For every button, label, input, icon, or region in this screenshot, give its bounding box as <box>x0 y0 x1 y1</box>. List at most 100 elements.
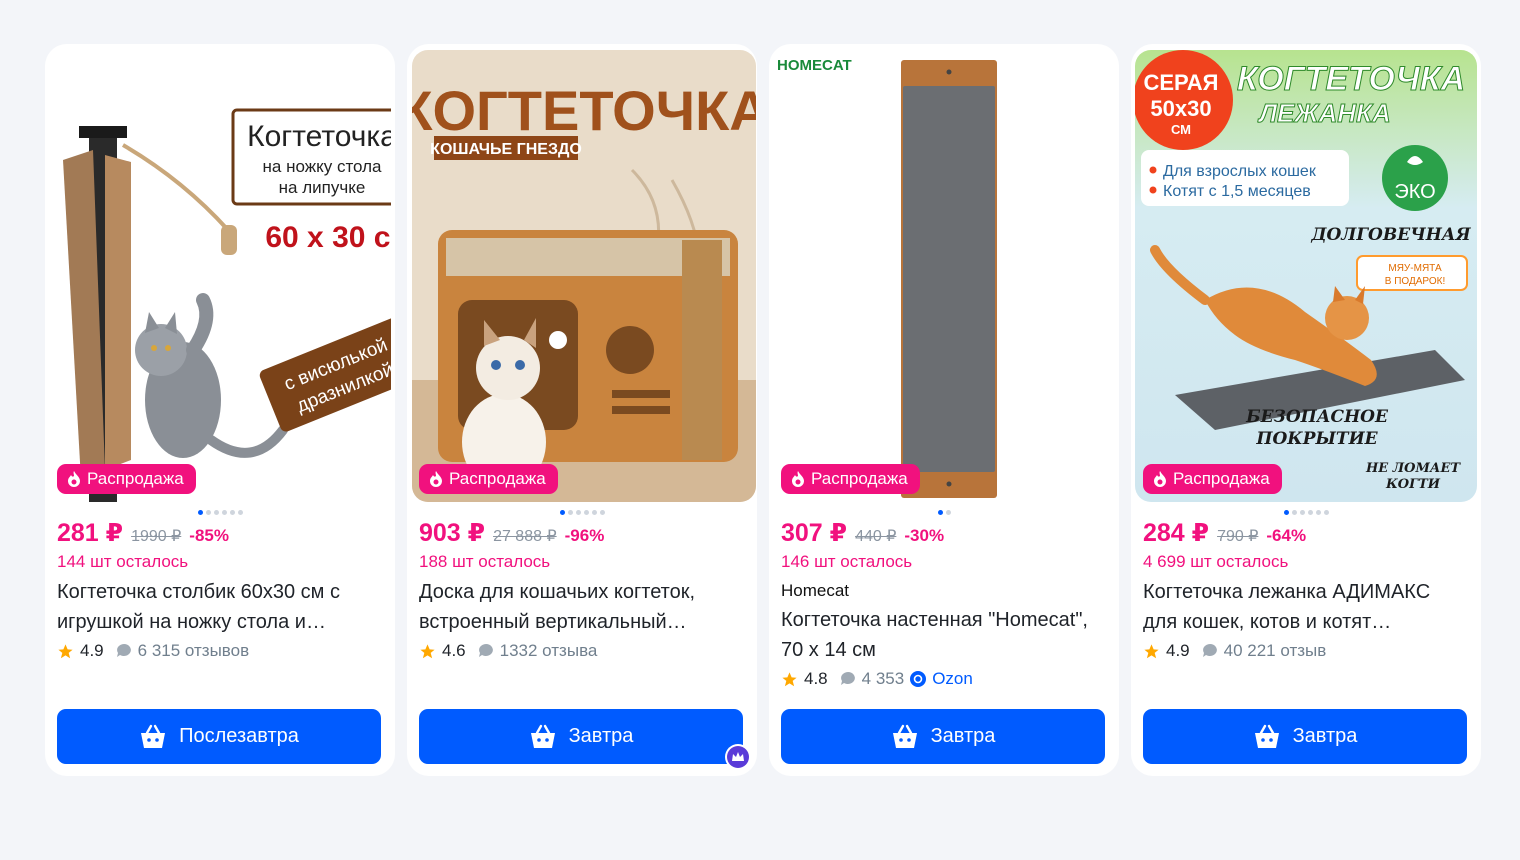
price: 307 ₽ <box>781 519 848 547</box>
product-title[interactable]: Доска для кошачьих когтеток, встроенный … <box>419 577 745 637</box>
product-title-line[interactable]: Когтеточка столбик 60х30 см с <box>57 577 383 607</box>
pager-dot[interactable] <box>937 510 943 515</box>
stock-left: 4 699 шт осталось <box>1143 552 1289 571</box>
pager-dot[interactable] <box>1307 510 1313 515</box>
add-to-cart-button[interactable]: Послезавтра <box>57 709 381 764</box>
image-pager[interactable] <box>407 510 757 515</box>
image-text-line: на липучке <box>279 178 366 197</box>
old-price: 440 ₽ <box>855 528 897 545</box>
basket-icon <box>141 724 166 748</box>
sale-badge: Распродажа <box>1143 464 1282 494</box>
product-image[interactable]: HOMECAT <box>777 50 1115 502</box>
reviews-count: 40 221 отзыв <box>1223 641 1327 660</box>
image-text-bullet: Котят с 1,5 месяцев <box>1163 183 1311 200</box>
pager-dot[interactable] <box>1283 510 1289 515</box>
pager-dot[interactable] <box>1291 510 1297 515</box>
image-text-safe: ПОКРЫТИЕ <box>1255 429 1378 449</box>
product-title-line[interactable]: Когтеточка лежанка АДИМАКС <box>1143 577 1469 607</box>
image-text-eco: ЭКО <box>1394 181 1435 203</box>
price-row: 284 ₽ 790 ₽ -64% <box>1143 518 1306 548</box>
brand-name[interactable]: Homecat <box>781 581 849 601</box>
pager-dot[interactable] <box>221 510 227 515</box>
product-title[interactable]: Когтеточка лежанка АДИМАКС для кошек, ко… <box>1143 577 1469 637</box>
discount: -30% <box>904 526 945 545</box>
image-text-safe: БЕЗОПАСНОЕ <box>1245 407 1389 427</box>
sale-badge: Распродажа <box>781 464 920 494</box>
pager-dot[interactable] <box>197 510 203 515</box>
pager-dot[interactable] <box>237 510 243 515</box>
sale-badge: Распродажа <box>419 464 558 494</box>
delivery-label: Завтра <box>1292 725 1358 747</box>
delivery-label: Завтра <box>568 725 634 747</box>
pager-dot[interactable] <box>567 510 573 515</box>
image-text-title: ЛЕЖАНКА <box>1257 98 1391 128</box>
image-pager[interactable] <box>45 510 395 515</box>
sale-badge-label: Распродажа <box>87 469 184 488</box>
image-text-title: КОГТЕТОЧКА <box>1237 60 1465 98</box>
star-icon <box>1144 643 1159 658</box>
price: 284 ₽ <box>1143 519 1210 547</box>
basket-icon <box>1254 724 1279 748</box>
product-card[interactable]: HOMECAT Распродажа 307 ₽ 440 ₽ -30% 146 … <box>769 44 1119 776</box>
price-row: 281 ₽ 1990 ₽ -85% <box>57 518 229 548</box>
pager-dot[interactable] <box>583 510 589 515</box>
product-image[interactable]: Когтеточка на ножку стола на липучке 60 … <box>53 50 391 502</box>
old-price: 790 ₽ <box>1217 528 1259 545</box>
product-title-line[interactable]: 70 x 14 см <box>781 635 1107 665</box>
product-title-line[interactable]: встроенный вертикальный… <box>419 607 745 637</box>
product-image[interactable]: СЕРАЯ 50х30 СМ КОГТЕТОЧКА ЛЕЖАНКА Для вз… <box>1135 50 1477 502</box>
pager-dot[interactable] <box>575 510 581 515</box>
image-text-sub: КОШАЧЬЕ ГНЕЗДО <box>430 141 582 158</box>
rating-row[interactable]: 4.9 40 221 отзыв <box>1143 641 1326 661</box>
rating-value: 4.9 <box>80 641 104 660</box>
product-title-line[interactable]: Когтеточка настенная "Homecat", <box>781 605 1107 635</box>
product-title-line[interactable]: для кошек, котов и котят… <box>1143 607 1469 637</box>
seller-name[interactable]: Ozon <box>932 669 973 689</box>
pager-dot[interactable] <box>599 510 605 515</box>
image-text-claws: НЕ ЛОМАЕТ <box>1365 461 1461 476</box>
premium-badge <box>725 744 751 770</box>
add-to-cart-button[interactable]: Завтра <box>419 709 743 764</box>
pager-dot[interactable] <box>213 510 219 515</box>
product-title-line[interactable]: игрушкой на ножку стола и… <box>57 607 383 637</box>
pager-dot[interactable] <box>1315 510 1321 515</box>
product-title[interactable]: Когтеточка настенная "Homecat", 70 x 14 … <box>781 605 1107 665</box>
image-text-durable: ДОЛГОВЕЧНАЯ <box>1310 225 1471 245</box>
price: 281 ₽ <box>57 519 124 547</box>
discount: -96% <box>564 526 605 545</box>
comment-icon <box>1202 644 1217 657</box>
reviews-count: 6 315 отзывов <box>137 641 250 660</box>
product-card[interactable]: КОГТЕТОЧКА КОШАЧЬЕ ГНЕЗДО Распродажа 903… <box>407 44 757 776</box>
pager-dot[interactable] <box>1299 510 1305 515</box>
price-row: 903 ₽ 27 888 ₽ -96% <box>419 518 604 548</box>
product-card[interactable]: Когтеточка на ножку стола на липучке 60 … <box>45 44 395 776</box>
add-to-cart-button[interactable]: Завтра <box>781 709 1105 764</box>
pager-dot[interactable] <box>945 510 951 515</box>
fire-icon <box>1154 471 1166 487</box>
product-image[interactable]: КОГТЕТОЧКА КОШАЧЬЕ ГНЕЗДО <box>412 50 756 502</box>
rating-row[interactable]: 4.8 4 353 Ozon <box>781 669 973 689</box>
add-to-cart-button[interactable]: Завтра <box>1143 709 1467 764</box>
sale-badge-label: Распродажа <box>1173 469 1270 488</box>
pager-dot[interactable] <box>1323 510 1329 515</box>
product-photo: СЕРАЯ 50х30 СМ КОГТЕТОЧКА ЛЕЖАНКА Для вз… <box>1135 50 1477 502</box>
rating-row[interactable]: 4.6 1332 отзыва <box>419 641 597 661</box>
product-title-line[interactable]: Доска для кошачьих когтеток, <box>419 577 745 607</box>
image-pager[interactable] <box>769 510 1119 515</box>
pager-dot[interactable] <box>559 510 565 515</box>
rating-row[interactable]: 4.9 6 315 отзывов <box>57 641 249 661</box>
ozon-icon <box>910 671 927 687</box>
product-card[interactable]: СЕРАЯ 50х30 СМ КОГТЕТОЧКА ЛЕЖАНКА Для вз… <box>1131 44 1481 776</box>
product-title[interactable]: Когтеточка столбик 60х30 см с игрушкой н… <box>57 577 383 637</box>
stock-left: 144 шт осталось <box>57 552 189 571</box>
fire-icon <box>68 471 80 487</box>
fire-icon <box>792 471 804 487</box>
image-pager[interactable] <box>1131 510 1481 515</box>
pager-dot[interactable] <box>205 510 211 515</box>
pager-dot[interactable] <box>591 510 597 515</box>
brand-logo: HOMECAT <box>777 57 852 74</box>
pager-dot[interactable] <box>229 510 235 515</box>
crown-icon <box>727 746 749 768</box>
price: 903 ₽ <box>419 519 486 547</box>
image-text-line: на ножку стола <box>263 157 383 176</box>
